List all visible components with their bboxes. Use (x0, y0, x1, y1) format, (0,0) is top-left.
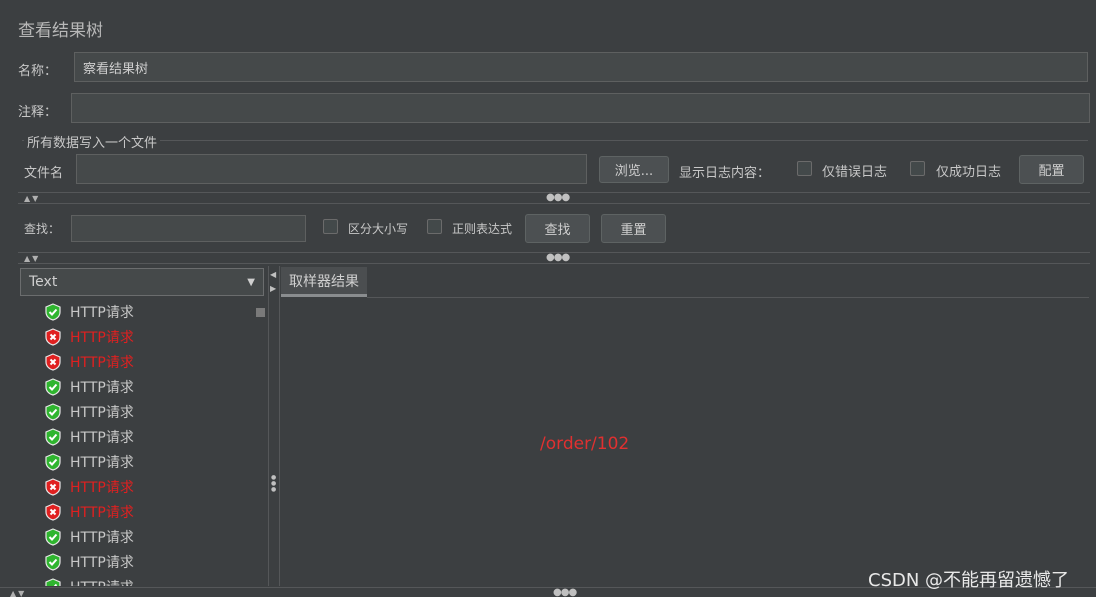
tree-item-label: HTTP请求 (70, 577, 134, 586)
divider (367, 297, 1089, 298)
success-shield-icon (45, 453, 61, 471)
renderer-select[interactable]: Text ▼ (20, 268, 264, 296)
filename-input[interactable] (76, 154, 587, 184)
success-shield-icon (45, 403, 61, 421)
find-button[interactable]: 查找 (525, 214, 590, 243)
tree-item-label: HTTP请求 (70, 380, 134, 396)
tree-item[interactable]: HTTP请求 (44, 401, 134, 423)
success-shield-icon (45, 553, 61, 571)
success-only-label: 仅成功日志 (936, 165, 1002, 180)
response-text: /order/102 (540, 434, 630, 454)
panel-title: 查看结果树 (18, 21, 103, 41)
tree-item[interactable]: HTTP请求 (44, 451, 134, 473)
success-shield-icon (45, 428, 61, 446)
divider (279, 266, 280, 586)
regex-checkbox[interactable] (427, 219, 442, 234)
tree-item[interactable]: HTTP请求 (44, 501, 134, 523)
tree-item-label: HTTP请求 (70, 405, 134, 421)
file-group-border (22, 140, 1088, 141)
errors-only-checkbox[interactable] (797, 161, 812, 176)
success-shield-icon (45, 378, 61, 396)
tree-item[interactable]: HTTP请求 (44, 551, 134, 573)
tree-item-label: HTTP请求 (70, 555, 134, 571)
split-arrows[interactable]: ▲▼ (24, 194, 40, 203)
error-shield-icon (45, 353, 61, 371)
success-only-checkbox[interactable] (910, 161, 925, 176)
results-tree[interactable]: HTTP请求 HTTP请求 HTTP请求 HTTP请求 HTTP请求 HTTP请求 HTTP… (18, 298, 268, 586)
case-sensitive-checkbox[interactable] (323, 219, 338, 234)
tree-item[interactable]: HTTP请求 (44, 326, 134, 348)
error-shield-icon (45, 503, 61, 521)
split-arrows[interactable]: ◀ ▶ (270, 268, 276, 296)
splitter-handle[interactable]: ●●● (271, 475, 276, 493)
tree-item-label: HTTP请求 (70, 305, 134, 321)
tree-item-label: HTTP请求 (70, 505, 134, 521)
splitter-handle[interactable]: ●●● (546, 192, 570, 203)
name-label: 名称： (18, 64, 58, 79)
tree-item-label: HTTP请求 (70, 430, 134, 446)
tree-item[interactable]: HTTP请求 (44, 376, 134, 398)
splitter-handle[interactable]: ●●● (553, 587, 577, 597)
filename-label: 文件名 (24, 166, 64, 181)
split-arrows[interactable]: ▲▼ (24, 254, 40, 263)
tab-sampler-result[interactable]: 取样器结果 (281, 267, 367, 297)
tree-item[interactable]: HTTP请求 (44, 526, 134, 548)
tree-item[interactable]: HTTP请求 (44, 476, 134, 498)
splitter-handle[interactable]: ●●● (546, 252, 570, 263)
tree-item[interactable]: HTTP请求 (44, 351, 134, 373)
error-shield-icon (45, 328, 61, 346)
divider (18, 203, 1090, 204)
comment-label: 注释： (18, 105, 58, 120)
tree-item-label: HTTP请求 (70, 355, 134, 371)
split-arrows[interactable]: ▲▼ (10, 589, 26, 597)
divider (268, 266, 269, 586)
success-shield-icon (45, 303, 61, 321)
browse-button[interactable]: 浏览... (599, 156, 669, 183)
name-input[interactable] (74, 52, 1088, 82)
tree-item-label: HTTP请求 (70, 480, 134, 496)
comment-input[interactable] (71, 93, 1090, 123)
errors-only-label: 仅错误日志 (822, 165, 888, 180)
tree-item[interactable]: HTTP请求 (44, 426, 134, 448)
log-content-label: 显示日志内容： (679, 166, 771, 181)
renderer-selected-value: Text (29, 274, 58, 290)
file-group-title: 所有数据写入一个文件 (24, 132, 161, 151)
error-shield-icon (45, 478, 61, 496)
tree-item-label: HTTP请求 (70, 530, 134, 546)
search-label: 查找： (24, 222, 61, 236)
case-sensitive-label: 区分大小写 (348, 222, 409, 236)
watermark: CSDN @不能再留遗憾了 (868, 570, 1070, 591)
divider (18, 263, 1090, 264)
success-shield-icon (45, 528, 61, 546)
success-shield-icon (45, 578, 61, 586)
tree-item[interactable]: HTTP请求 (44, 576, 134, 586)
config-button[interactable]: 配置 (1019, 155, 1084, 184)
search-input[interactable] (71, 215, 306, 242)
tree-item-label: HTTP请求 (70, 455, 134, 471)
tree-scrollbar-thumb[interactable] (256, 308, 265, 317)
reset-button[interactable]: 重置 (601, 214, 666, 243)
tree-item[interactable]: HTTP请求 (44, 301, 134, 323)
tree-item-label: HTTP请求 (70, 330, 134, 346)
chevron-down-icon: ▼ (247, 276, 255, 288)
regex-label: 正则表达式 (452, 222, 513, 236)
